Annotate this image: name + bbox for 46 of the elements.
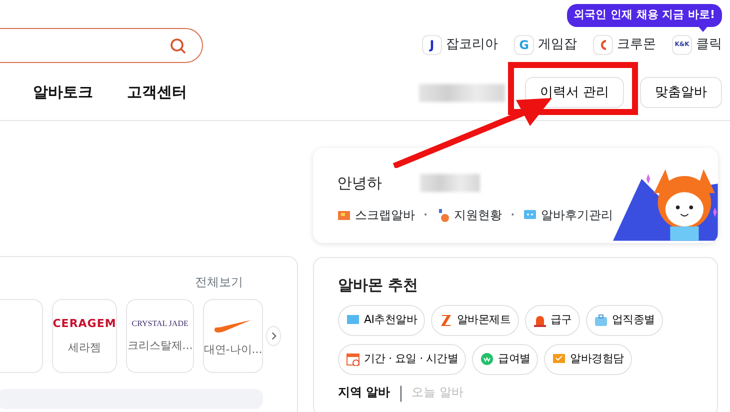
siren-icon xyxy=(532,313,546,327)
region-tab[interactable]: 지역 알바 xyxy=(338,385,390,400)
promo-tooltip[interactable]: 외국인 인재 채용 지금 바로! xyxy=(566,4,722,26)
next-button[interactable] xyxy=(266,326,281,346)
brand-tile[interactable]: 대연-나이... xyxy=(202,299,264,373)
brand-tile[interactable] xyxy=(0,299,43,373)
brand-logo: CRYSTAL JADE xyxy=(132,318,188,330)
family-site-link[interactable]: 크루몬 xyxy=(593,34,656,54)
category-chip[interactable]: 기간 · 요일 · 시간별 xyxy=(338,344,466,374)
bag-icon xyxy=(594,313,608,327)
category-chip[interactable]: 급구 xyxy=(524,304,580,336)
calendar-icon xyxy=(346,352,360,366)
nav-link[interactable]: 알바토크 xyxy=(33,81,93,104)
section-title: 알바몬 추천 xyxy=(338,275,420,296)
category-chip[interactable]: 업직종별 xyxy=(586,304,663,336)
category-chip[interactable]: AI추천알바 xyxy=(338,304,425,336)
logo-icon: G xyxy=(514,34,534,54)
chevron-right-icon xyxy=(270,332,278,340)
greeting-text: 안녕하 xyxy=(337,173,382,194)
brand-tile[interactable]: CRYSTAL JADE 크리스탈제... xyxy=(126,299,194,373)
category-chip[interactable]: 급여별 xyxy=(472,344,538,374)
quick-link[interactable]: 스크랩알바 xyxy=(337,206,415,224)
separator-dot: · xyxy=(510,204,516,226)
family-site-link[interactable]: G 게임잡 xyxy=(514,34,577,54)
logo-icon: J xyxy=(422,34,442,54)
view-all-link[interactable]: 전체보기 xyxy=(195,273,243,291)
review-icon xyxy=(523,208,538,222)
search-icon xyxy=(170,38,186,54)
family-site-link[interactable]: J 잡코리아 xyxy=(422,34,498,54)
bolt-icon xyxy=(438,313,453,327)
account-button[interactable]: 이력서 관리 xyxy=(524,77,624,108)
brand-tile[interactable]: CERAGEM 세라젬 xyxy=(52,299,118,373)
tab-divider: | xyxy=(398,382,404,404)
category-chip[interactable]: 알바몬제트 xyxy=(430,304,518,336)
quick-link[interactable]: 알바후기관리 xyxy=(523,206,614,224)
brand-logo: CERAGEM xyxy=(52,316,116,332)
talk-icon xyxy=(552,352,566,366)
quick-link[interactable]: 지원현황 xyxy=(436,206,502,224)
blurred-username xyxy=(420,174,480,192)
search-field[interactable] xyxy=(0,28,203,63)
account-button[interactable]: 맞춤알바 xyxy=(640,77,722,108)
category-chip[interactable]: 알바경험담 xyxy=(544,344,632,374)
coin-icon xyxy=(480,352,494,366)
nav-link[interactable]: 고객센터 xyxy=(127,81,187,104)
separator-dot: · xyxy=(423,204,428,226)
tooltip-tail-icon xyxy=(698,26,708,32)
